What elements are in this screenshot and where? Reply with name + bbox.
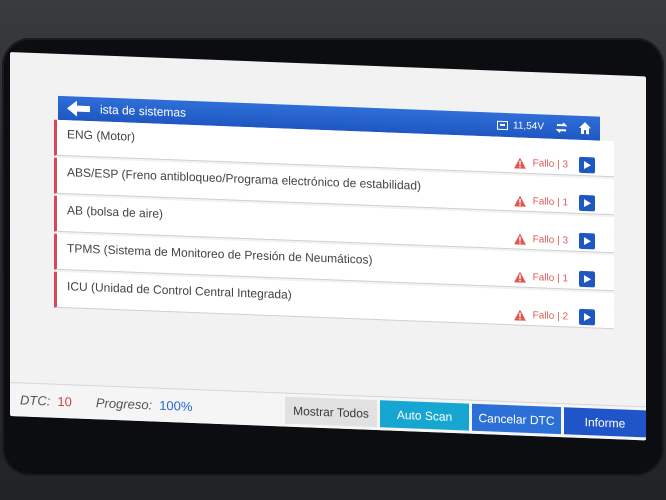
back-arrow-icon: [67, 100, 90, 117]
reverse-button[interactable]: [554, 120, 568, 135]
dtc-label: DTC:: [20, 392, 51, 409]
system-fault-status: Fallo | 3: [513, 233, 568, 247]
play-icon: [584, 275, 591, 284]
open-system-button[interactable]: [579, 308, 595, 326]
progress-value: 100%: [159, 397, 193, 415]
system-fault-status: Fallo | 2: [513, 309, 568, 323]
battery-icon: [497, 120, 509, 130]
system-name: AB (bolsa de aire): [67, 203, 164, 221]
fault-count: Fallo | 1: [532, 196, 568, 209]
systems-list: ENG (Motor) Fallo | 3 ABS/ESP (Freno ant…: [54, 119, 614, 342]
open-system-button[interactable]: [579, 232, 595, 250]
home-icon: [579, 122, 591, 135]
fault-count: Fallo | 3: [532, 158, 568, 171]
open-system-button[interactable]: [579, 156, 595, 174]
system-name: ENG (Motor): [67, 127, 136, 144]
report-button[interactable]: Informe: [564, 407, 646, 438]
fault-count: Fallo | 1: [532, 272, 568, 285]
system-fault-status: Fallo | 1: [513, 195, 568, 209]
show-all-button[interactable]: Mostrar Todos: [285, 396, 377, 428]
page-title: ista de sistemas: [100, 102, 187, 120]
warning-icon: [513, 271, 526, 283]
cancel-dtc-button[interactable]: Cancelar DTC: [472, 403, 561, 435]
play-icon: [584, 161, 591, 170]
progress-label: Progreso:: [95, 395, 153, 413]
open-system-button[interactable]: [579, 194, 595, 212]
auto-scan-button[interactable]: Auto Scan: [380, 400, 469, 431]
play-icon: [584, 313, 591, 322]
header-status-area: 11,54V: [497, 118, 592, 136]
battery-status: 11,54V: [497, 119, 544, 132]
warning-icon: [513, 309, 526, 321]
system-fault-status: Fallo | 3: [513, 157, 568, 171]
warning-icon: [513, 157, 526, 169]
system-fault-status: Fallo | 1: [513, 271, 568, 285]
warning-icon: [513, 233, 526, 245]
device-screen: ista de sistemas 11,54V ENG (Motor) Fall…: [10, 52, 646, 441]
fault-count: Fallo | 2: [532, 310, 568, 323]
photo-scene: ista de sistemas 11,54V ENG (Motor) Fall…: [0, 0, 666, 500]
dtc-count: 10: [57, 393, 72, 410]
back-button[interactable]: [66, 99, 92, 118]
fault-count: Fallo | 3: [532, 234, 568, 247]
system-name: TPMS (Sistema de Monitoreo de Presión de…: [67, 241, 373, 267]
open-system-button[interactable]: [579, 270, 595, 288]
warning-icon: [513, 195, 526, 207]
play-icon: [584, 199, 591, 208]
home-button[interactable]: [578, 121, 592, 136]
reverse-icon: [555, 122, 567, 133]
play-icon: [584, 237, 591, 246]
system-name: ICU (Unidad de Control Central Integrada…: [67, 279, 292, 302]
battery-voltage: 11,54V: [513, 119, 544, 133]
system-name: ABS/ESP (Freno antibloqueo/Programa elec…: [67, 165, 421, 193]
